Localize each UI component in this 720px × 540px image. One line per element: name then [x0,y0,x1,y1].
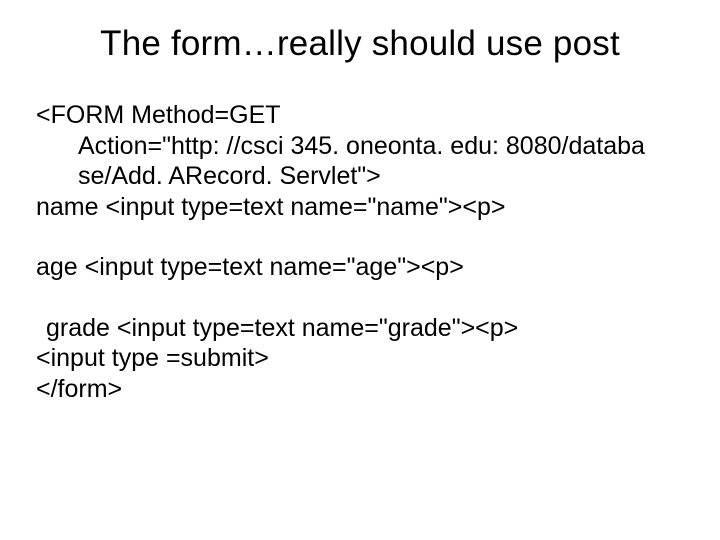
code-line-8: </form> [36,374,684,405]
code-line-7: <input type =submit> [36,343,684,374]
slide-title: The form…really should use post [36,24,684,64]
blank-line-2 [36,283,684,313]
code-line-1: <FORM Method=GET [36,100,684,131]
code-line-6: grade <input type=text name="grade"><p> [36,313,684,344]
code-line-4: name <input type=text name="name"><p> [36,192,684,223]
code-line-3: se/Add. ARecord. Servlet"> [36,161,684,192]
code-line-5: age <input type=text name="age"><p> [36,252,684,283]
slide-body: <FORM Method=GET Action="http: //csci 34… [36,100,684,404]
blank-line-1 [36,222,684,252]
slide: The form…really should use post <FORM Me… [0,0,720,540]
code-line-2: Action="http: //csci 345. oneonta. edu: … [36,131,684,162]
